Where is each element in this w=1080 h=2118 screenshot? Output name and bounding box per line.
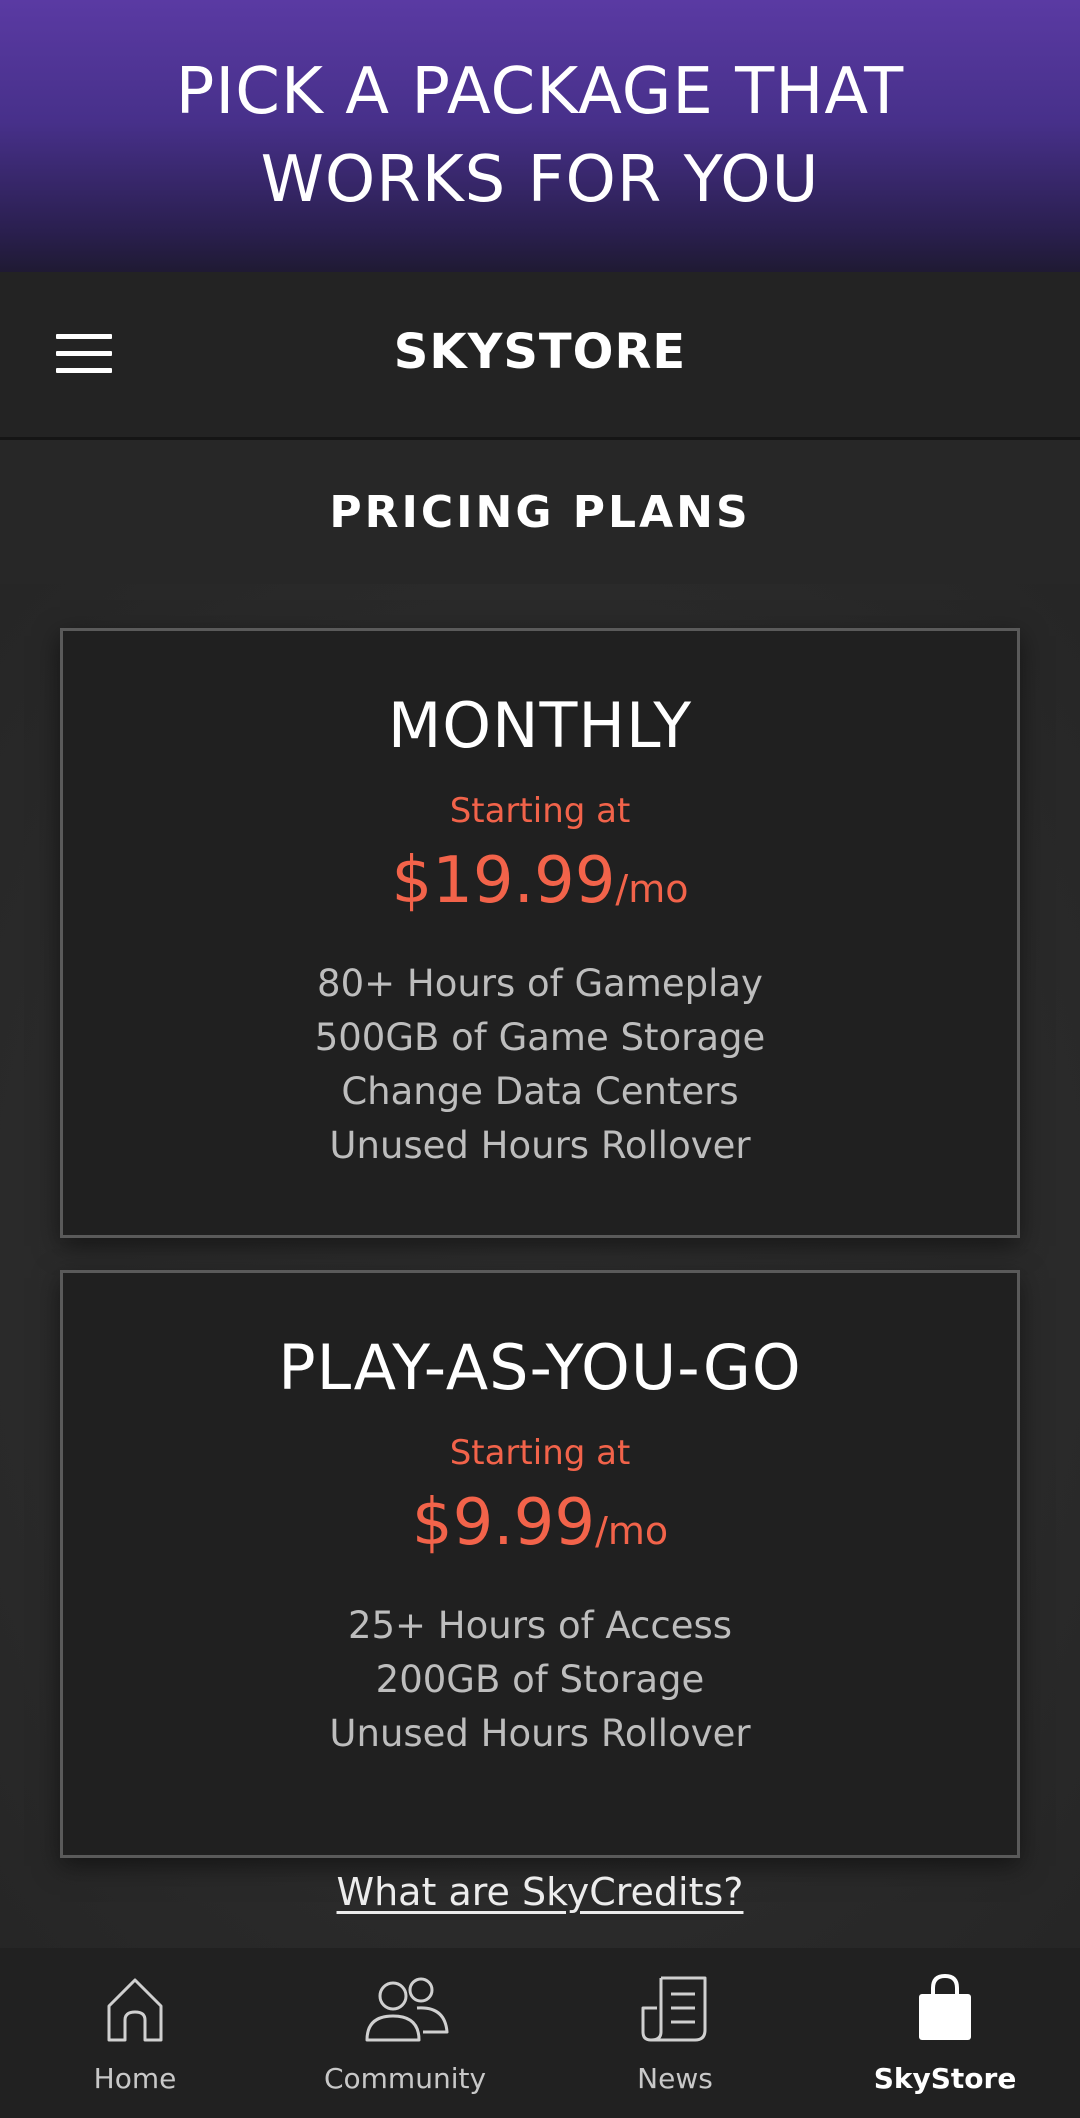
- feature-item: 25+ Hours of Access: [347, 1604, 733, 1647]
- plan-card-play-as-you-go[interactable]: PLAY-AS-YOU-GO Starting at $9.99/mo 25+ …: [60, 1270, 1020, 1858]
- feature-list: 80+ Hours of Gameplay 500GB of Game Stor…: [63, 957, 1017, 1173]
- nav-home[interactable]: Home: [0, 1948, 270, 2118]
- nav-label: Home: [93, 2062, 177, 2095]
- feature-item: 500GB of Game Storage: [314, 1016, 766, 1059]
- home-icon: [107, 1978, 163, 2042]
- skycredits-link[interactable]: What are SkyCredits?: [337, 1870, 744, 1914]
- feature-item: Unused Hours Rollover: [329, 1124, 751, 1167]
- nav-label: SkyStore: [873, 2062, 1017, 2095]
- bottom-navigation: Home Community News SkyStore: [0, 1948, 1080, 2118]
- plan-price: $9.99: [411, 1486, 596, 1560]
- top-app-bar: SKYSTORE: [0, 272, 1080, 440]
- nav-label: News: [637, 2062, 713, 2095]
- nav-label: Community: [323, 2062, 487, 2095]
- app-title: SKYSTORE: [393, 324, 687, 380]
- community-icon: [365, 1977, 449, 2042]
- price-period: /mo: [615, 867, 689, 911]
- news-icon: [641, 1976, 707, 2042]
- nav-community[interactable]: Community: [270, 1948, 540, 2118]
- starting-at-label: Starting at: [449, 791, 631, 831]
- section-header: PRICING PLANS: [0, 440, 1080, 584]
- plan-name: PLAY-AS-YOU-GO: [278, 1331, 802, 1404]
- plan-price: $19.99: [391, 844, 616, 918]
- price-row: $19.99/mo: [63, 841, 1017, 937]
- section-title: PRICING PLANS: [329, 486, 751, 538]
- plan-name: MONTHLY: [387, 689, 693, 762]
- shopping-bag-icon: [919, 1973, 971, 2040]
- skycredits-link-wrapper: What are SkyCredits?: [0, 1870, 1080, 1914]
- hero-banner: PICK A PACKAGE THAT WORKS FOR YOU: [0, 0, 1080, 272]
- feature-list: 25+ Hours of Access 200GB of Storage Unu…: [63, 1599, 1017, 1761]
- price-period: /mo: [595, 1509, 669, 1553]
- hero-title: PICK A PACKAGE THAT WORKS FOR YOU: [175, 55, 905, 217]
- feature-item: Unused Hours Rollover: [329, 1712, 751, 1755]
- pricing-content: MONTHLY Starting at $19.99/mo 80+ Hours …: [0, 584, 1080, 1948]
- nav-skystore[interactable]: SkyStore: [810, 1948, 1080, 2118]
- feature-item: 200GB of Storage: [375, 1658, 705, 1701]
- feature-item: 80+ Hours of Gameplay: [317, 962, 763, 1005]
- plan-card-monthly[interactable]: MONTHLY Starting at $19.99/mo 80+ Hours …: [60, 628, 1020, 1238]
- starting-at-label: Starting at: [449, 1433, 631, 1473]
- nav-news[interactable]: News: [540, 1948, 810, 2118]
- feature-item: Change Data Centers: [341, 1070, 739, 1113]
- price-row: $9.99/mo: [63, 1483, 1017, 1579]
